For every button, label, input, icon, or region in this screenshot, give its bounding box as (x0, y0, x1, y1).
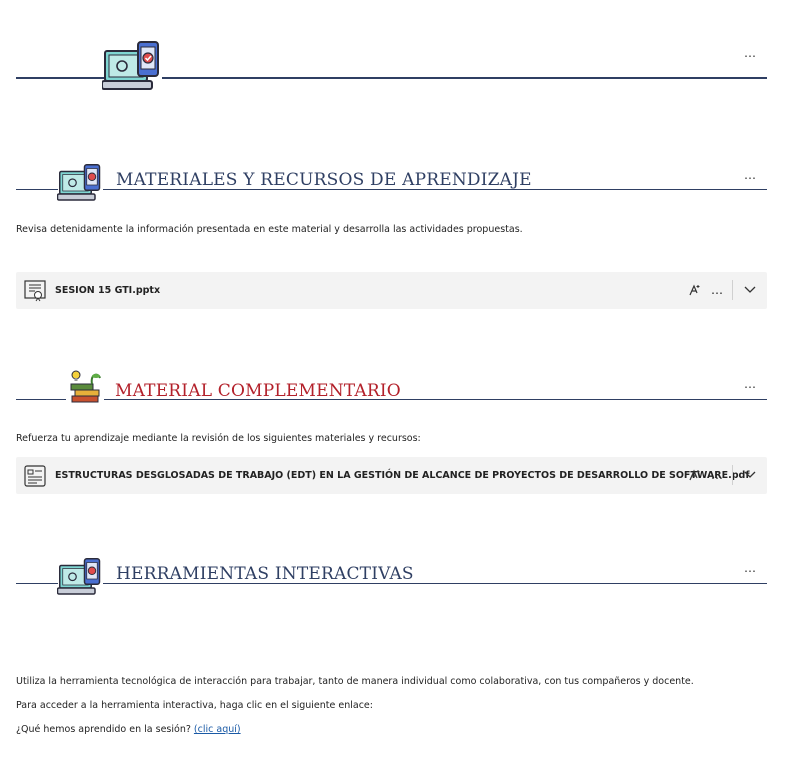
header-more-button[interactable]: … (742, 47, 758, 59)
section2-more-button[interactable]: … (742, 378, 758, 390)
section3-rule-left (16, 583, 58, 584)
section3-rule-right (103, 583, 767, 584)
section1-rule-left (16, 189, 58, 190)
section1-more-button[interactable]: … (742, 169, 758, 181)
pdf-file-icon (23, 464, 47, 488)
clic-aqui-link[interactable]: (clic aquí) (194, 724, 241, 735)
section-title-herramientas: HERRAMIENTAS INTERACTIVAS (116, 564, 414, 584)
section2-rule-right (104, 399, 767, 400)
accessibility-icon[interactable] (684, 279, 706, 301)
section3-question-line: ¿Qué hemos aprendido en la sesión? (clic… (16, 724, 241, 735)
books-lightbulb-icon (66, 368, 104, 406)
section2-description: Refuerza tu aprendizaje mediante la revi… (16, 433, 421, 444)
laptop-phone-icon (101, 41, 162, 97)
file-card-edt-pdf[interactable]: ESTRUCTURAS DESGLOSADAS DE TRABAJO (EDT)… (16, 457, 767, 494)
section3-paragraph-2: Para acceder a la herramienta interactiv… (16, 700, 373, 711)
section3-more-button[interactable]: … (742, 562, 758, 574)
section-title-materiales: MATERIALES Y RECURSOS DE APRENDIZAJE (116, 170, 532, 190)
laptop-phone-icon (56, 558, 103, 600)
header-rule-left (16, 77, 104, 79)
divider (732, 280, 733, 300)
laptop-phone-icon (56, 164, 103, 206)
file-more-button[interactable]: … (706, 464, 728, 486)
question-text: ¿Qué hemos aprendido en la sesión? (16, 724, 191, 735)
divider (732, 465, 733, 485)
chevron-down-icon[interactable] (739, 464, 761, 486)
section1-rule-right (103, 189, 767, 190)
file-more-button[interactable]: … (706, 279, 728, 301)
section1-description: Revisa detenidamente la información pres… (16, 224, 523, 235)
chevron-down-icon[interactable] (739, 279, 761, 301)
file-card-sesion15[interactable]: SESION 15 GTI.pptx … (16, 272, 767, 309)
file-name[interactable]: ESTRUCTURAS DESGLOSADAS DE TRABAJO (EDT)… (55, 470, 749, 481)
presentation-file-icon (23, 279, 47, 303)
file-actions: … (684, 464, 761, 486)
section2-rule-left (16, 399, 66, 400)
accessibility-icon[interactable] (684, 464, 706, 486)
header-rule-right (162, 77, 767, 79)
section3-paragraph-1: Utiliza la herramienta tecnológica de in… (16, 676, 694, 687)
file-name[interactable]: SESION 15 GTI.pptx (55, 285, 160, 296)
file-actions: … (684, 279, 761, 301)
section-title-complementario: MATERIAL COMPLEMENTARIO (115, 381, 401, 401)
